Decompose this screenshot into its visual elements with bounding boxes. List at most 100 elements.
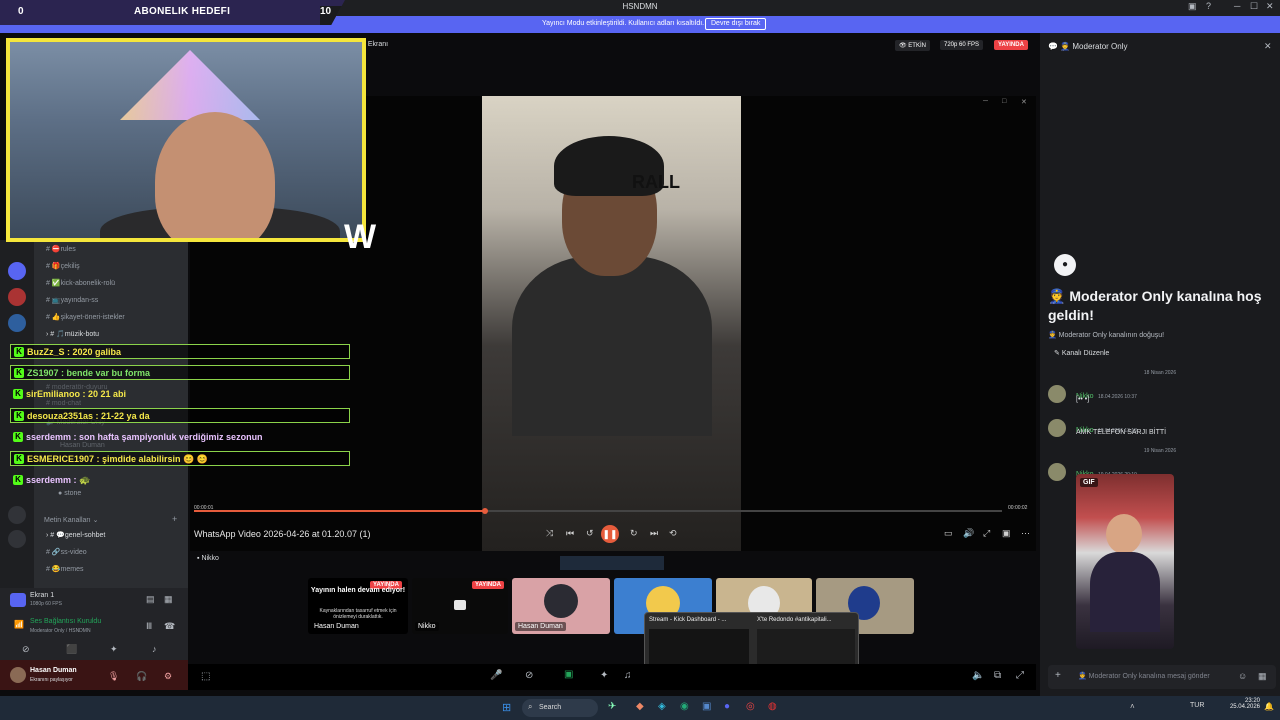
server-icon[interactable] [8, 314, 26, 332]
mute-icon[interactable]: 🎙 [108, 671, 119, 682]
gif-attachment[interactable]: GIF [1076, 474, 1174, 649]
kick-badge-icon: K [13, 432, 23, 442]
paused-preview-tile[interactable]: YAYINDA Yayının halen devam ediyor! Kayn… [308, 578, 408, 634]
text-category[interactable]: Metin Kanalları ⌄ [44, 516, 99, 524]
voice-user[interactable]: ● stone [58, 490, 81, 497]
kick-badge-icon: K [13, 389, 23, 399]
repeat-icon[interactable]: ⟲ [669, 528, 677, 539]
activities-icon[interactable]: ✦ [600, 670, 608, 681]
chrome-icon[interactable]: ◎ [746, 701, 755, 712]
close-window-button[interactable]: ✕ [1266, 1, 1274, 12]
thumb-label[interactable]: X'te Redondo #antikapitali... [757, 617, 832, 623]
activities-icon[interactable]: ✦ [110, 644, 118, 655]
discord-icon[interactable]: ● [724, 701, 730, 712]
emoji-icon[interactable]: ☺ [1238, 671, 1247, 681]
tray-arrow-icon[interactable]: ˄ [1130, 702, 1135, 711]
soundboard-icon[interactable]: ♫ [624, 670, 632, 681]
camera-off-icon[interactable]: ⊘ [525, 670, 533, 681]
apps-icon[interactable]: ▦ [1258, 671, 1267, 682]
fullscreen-icon[interactable]: ⤢ [983, 528, 990, 539]
app-icon[interactable]: ◈ [658, 701, 666, 712]
avatar[interactable] [10, 667, 26, 683]
inbox-icon[interactable]: ▣ [1188, 1, 1197, 12]
popout-icon[interactable]: ⧉ [994, 670, 1001, 681]
shuffle-icon[interactable]: ⤨ [546, 528, 553, 539]
clock[interactable]: 23:20 25.04.2026 [1226, 698, 1260, 710]
server-icon[interactable] [8, 262, 26, 280]
share-settings-icon[interactable]: ▤ [146, 594, 155, 605]
search-box[interactable]: ⌕ Search [522, 699, 598, 717]
discover-icon[interactable] [8, 530, 26, 548]
next-icon[interactable]: ⏭ [650, 528, 658, 539]
server-icon[interactable] [8, 288, 26, 306]
channel-memes[interactable]: # 😂memes [46, 565, 84, 573]
progress-bar[interactable] [194, 508, 1002, 514]
settings-icon[interactable]: ⚙ [164, 671, 172, 682]
add-channel-icon[interactable]: + [172, 514, 177, 524]
start-icon[interactable]: ⊞ [502, 701, 511, 714]
microphone-icon[interactable]: 🎤 [490, 670, 502, 681]
screen-pick-icon[interactable]: ⬚ [201, 671, 210, 682]
user-panel: Ekran 1 1080p 60 FPS ▤ ▦ 📶 Ses Bağlantıs… [0, 588, 188, 690]
camera-off-icon[interactable]: ⊘ [22, 644, 30, 655]
pause-button[interactable]: ❚❚ [601, 525, 619, 543]
forward-icon[interactable]: ↻ [630, 528, 638, 539]
progress-knob[interactable] [482, 508, 488, 514]
chat-message: K BuzZz_S : 2020 galiba [10, 344, 350, 359]
help-icon[interactable]: ? [1206, 1, 1211, 11]
stop-share-icon[interactable]: ▦ [164, 594, 173, 605]
hasan-tile[interactable]: Hasan Duman [512, 578, 610, 634]
player-maximize-icon[interactable]: □ [1002, 98, 1006, 105]
avatar[interactable] [1048, 385, 1066, 403]
maximize-button[interactable]: ☐ [1250, 1, 1258, 12]
player-minimize-icon[interactable]: ─ [983, 98, 988, 105]
volume-icon[interactable]: 🔈 [972, 670, 984, 681]
screen-share-active-icon[interactable]: ⬛ [66, 644, 77, 655]
channel-yayindan-ss[interactable]: # 📺yayından-ss [46, 296, 98, 304]
channel-rules[interactable]: # ⛔rules [46, 245, 76, 253]
add-attachment-icon[interactable]: + [1055, 670, 1061, 681]
player-close-icon[interactable]: ✕ [1021, 98, 1027, 106]
disable-streamer-mode-button[interactable]: Devre dışı bırak [705, 18, 767, 30]
previous-icon[interactable]: ⏮ [566, 528, 574, 539]
message-input[interactable]: + 👮 Moderator Only kanalına mesaj gönder… [1048, 665, 1276, 689]
nikko-tile[interactable]: YAYINDA Nikko [412, 578, 508, 634]
avatar[interactable] [1048, 463, 1066, 481]
channel-kick-abonelik[interactable]: # ✅kick-abonelik-rolü [46, 279, 115, 287]
channel-muzik-botu[interactable]: › # 🎵müzik-botu [46, 330, 99, 338]
screen-label: Ekran 1 [30, 592, 55, 599]
panel-header: 💬 👮 Moderator Only [1048, 42, 1128, 51]
language-indicator[interactable]: TUR [1190, 702, 1204, 709]
app-icon[interactable]: ▣ [702, 701, 711, 712]
channel-genel-sohbet[interactable]: › # 💬genel-sohbet [46, 531, 105, 539]
edit-channel-link[interactable]: ✎ Kanalı Düzenle [1054, 349, 1109, 357]
share-screen-icon[interactable]: ▣ [564, 669, 573, 680]
edge-icon[interactable]: ◉ [680, 701, 689, 712]
widget-icon[interactable]: ✈ [608, 701, 616, 712]
rewind-icon[interactable]: ↺ [586, 528, 594, 539]
disconnect-icon[interactable]: ☎ [164, 621, 175, 632]
quality-label: 720p 60 FPS [944, 42, 980, 48]
close-panel-icon[interactable]: ✕ [1264, 41, 1272, 52]
chat-text: ESMERICE1907 : şimdide alabilirsin 😊 😊 [27, 454, 208, 464]
volume-icon[interactable]: 🔊 [963, 528, 974, 539]
chat-text: ZS1907 : bende var bu forma [27, 368, 151, 378]
more-icon[interactable]: ⋯ [1021, 528, 1030, 539]
add-server-icon[interactable] [8, 506, 26, 524]
minimize-button[interactable]: ─ [1234, 1, 1240, 11]
obs-icon[interactable]: ◍ [768, 701, 777, 712]
video-frame[interactable]: RALL [482, 96, 741, 551]
noise-icon[interactable]: Ⅲ [146, 621, 152, 632]
soundboard-icon[interactable]: ♪ [152, 644, 157, 654]
notification-icon[interactable]: 🔔 [1264, 702, 1274, 711]
channel-cekilis[interactable]: # 🎁çekiliş [46, 262, 80, 270]
channel-ss-video[interactable]: # 🔗ss-video [46, 548, 87, 556]
thumb-label[interactable]: Stream - Kick Dashboard - ... [649, 617, 726, 623]
avatar[interactable] [1048, 419, 1066, 437]
fullscreen-icon[interactable]: ⤢ [1016, 670, 1024, 681]
subtitles-icon[interactable]: ▭ [944, 528, 953, 539]
deafen-icon[interactable]: 🎧 [136, 671, 147, 682]
channel-sikayet[interactable]: # 👍şikayet-öneri-istekler [46, 313, 125, 321]
cast-icon[interactable]: ▣ [1002, 528, 1011, 539]
app-icon[interactable]: ◆ [636, 701, 644, 712]
